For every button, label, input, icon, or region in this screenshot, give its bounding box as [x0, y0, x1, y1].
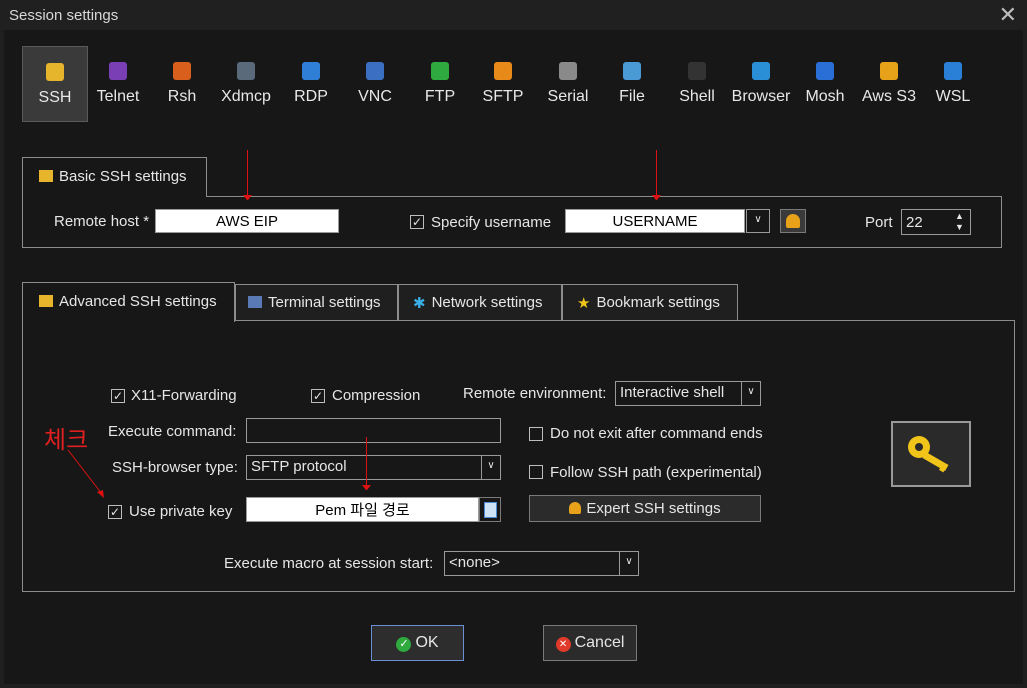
- private-key-path-input[interactable]: [246, 497, 479, 522]
- chevron-down-icon: ∨: [619, 552, 638, 575]
- username-dropdown[interactable]: ∨: [746, 209, 770, 233]
- serial-icon: [559, 62, 577, 80]
- do-not-exit-checkbox[interactable]: [529, 427, 543, 441]
- protocol-serial[interactable]: Serial: [536, 46, 600, 120]
- follow-ssh-path-checkbox[interactable]: [529, 465, 543, 479]
- browser-icon: [752, 62, 770, 80]
- protocol-ftp[interactable]: FTP: [408, 46, 472, 120]
- cancel-icon: ✕: [555, 637, 571, 652]
- x11-forwarding-label: X11-Forwarding: [131, 387, 237, 404]
- chevron-down-icon: ∨: [481, 456, 500, 479]
- specify-username-label: Specify username: [431, 214, 552, 231]
- xdmcp-icon: [237, 62, 255, 80]
- compression-label: Compression: [332, 387, 421, 404]
- port-stepper-icon[interactable]: ▲ ▼: [955, 211, 964, 233]
- protocol-shell[interactable]: Shell: [665, 46, 729, 120]
- protocol-aws-s3[interactable]: Aws S3: [857, 46, 921, 120]
- cancel-button[interactable]: ✕ Cancel: [543, 625, 637, 661]
- key-icon: [908, 436, 949, 473]
- follow-ssh-path-label: Follow SSH path (experimental): [550, 464, 762, 481]
- tab-terminal-settings[interactable]: Terminal settings: [235, 284, 398, 320]
- vnc-icon: [366, 62, 384, 80]
- protocol-browser[interactable]: Browser: [729, 46, 793, 120]
- tab-basic-ssh-settings[interactable]: Basic SSH settings: [22, 157, 207, 197]
- ssh-key-image: [891, 421, 971, 487]
- x11-forwarding-checkbox[interactable]: ✓: [111, 389, 125, 403]
- star-icon: ★: [577, 295, 591, 312]
- window-title: Session settings: [9, 7, 119, 24]
- execute-command-label: Execute command:: [108, 423, 237, 440]
- expert-ssh-settings-button[interactable]: Expert SSH settings: [529, 495, 761, 522]
- user-icon: [569, 502, 582, 514]
- ok-button[interactable]: ✓ OK: [371, 625, 464, 661]
- rdp-icon: [302, 62, 320, 80]
- rsh-icon: [173, 62, 191, 80]
- tab-bookmark-settings[interactable]: ★ Bookmark settings: [562, 284, 738, 320]
- protocol-rsh[interactable]: Rsh: [150, 46, 214, 120]
- execute-macro-select[interactable]: <none> ∨: [444, 551, 639, 576]
- key-icon: [39, 295, 53, 307]
- ssh-browser-type-select[interactable]: SFTP protocol ∨: [246, 455, 501, 480]
- remote-host-input[interactable]: [155, 209, 339, 233]
- protocol-wsl[interactable]: WSL: [921, 46, 985, 120]
- specify-username-checkbox[interactable]: ✓: [410, 215, 424, 229]
- protocol-sftp[interactable]: SFTP: [471, 46, 535, 120]
- annotation-arrow-check: [67, 449, 104, 498]
- use-private-key-checkbox[interactable]: ✓: [108, 505, 122, 519]
- protocol-vnc[interactable]: VNC: [343, 46, 407, 120]
- wsl-icon: [944, 62, 962, 80]
- title-bar: Session settings ✕: [0, 0, 1027, 30]
- annotation-arrow-keypath-head: [362, 485, 371, 490]
- protocol-xdmcp[interactable]: Xdmcp: [214, 46, 278, 120]
- tab-network-settings[interactable]: ✱ Network settings: [398, 284, 562, 320]
- use-private-key-label: Use private key: [129, 503, 233, 520]
- file-icon: [483, 502, 497, 518]
- aws-s3-icon: [880, 62, 898, 80]
- chevron-down-icon: ∨: [741, 382, 760, 405]
- execute-macro-label: Execute macro at session start:: [224, 555, 434, 572]
- do-not-exit-label: Do not exit after command ends: [550, 425, 763, 442]
- ftp-icon: [431, 62, 449, 80]
- remote-environment-label: Remote environment:: [463, 385, 607, 402]
- protocol-ssh[interactable]: SSH: [22, 46, 88, 122]
- browse-key-button[interactable]: [479, 497, 501, 522]
- telnet-icon: [109, 62, 127, 80]
- username-input[interactable]: [565, 209, 745, 233]
- annotation-arrow-username: [656, 150, 657, 198]
- network-icon: ✱: [413, 295, 426, 312]
- file-icon: [623, 62, 641, 80]
- port-label: Port: [865, 214, 893, 231]
- annotation-arrow-host: [247, 150, 248, 198]
- remote-host-label: Remote host *: [54, 213, 150, 230]
- user-manager-button[interactable]: [780, 209, 806, 233]
- protocol-telnet[interactable]: Telnet: [86, 46, 150, 120]
- ssh-icon: [46, 63, 64, 81]
- protocol-file[interactable]: File: [600, 46, 664, 120]
- key-icon: [39, 170, 53, 182]
- execute-command-input[interactable]: [246, 418, 501, 443]
- chevron-down-icon: ∨: [754, 214, 762, 225]
- protocol-rdp[interactable]: RDP: [279, 46, 343, 120]
- mosh-icon: [816, 62, 834, 80]
- check-icon: ✓: [396, 637, 412, 652]
- annotation-arrow-host-head: [243, 195, 252, 200]
- protocol-mosh[interactable]: Mosh: [793, 46, 857, 120]
- close-icon[interactable]: ✕: [999, 2, 1017, 28]
- annotation-arrow-keypath: [366, 437, 367, 489]
- compression-checkbox[interactable]: ✓: [311, 389, 325, 403]
- ssh-browser-type-label: SSH-browser type:: [112, 459, 238, 476]
- terminal-icon: [248, 296, 262, 308]
- shell-icon: [688, 62, 706, 80]
- tab-advanced-ssh-settings[interactable]: Advanced SSH settings: [22, 282, 235, 322]
- user-icon: [786, 214, 800, 228]
- remote-environment-select[interactable]: Interactive shell ∨: [615, 381, 761, 406]
- sftp-icon: [494, 62, 512, 80]
- annotation-arrow-username-head: [652, 195, 661, 200]
